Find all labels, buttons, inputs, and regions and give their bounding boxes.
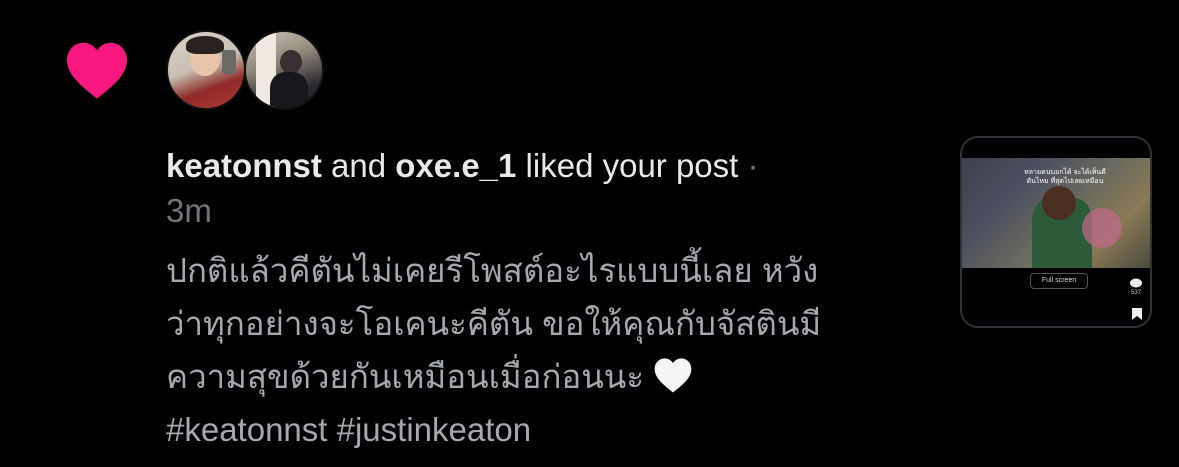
post-text: ปกติแล้วคีตันไม่เคยรีโพสต์อะไรแบบนี้เลย … — [166, 244, 896, 456]
fullscreen-button[interactable]: Full screen — [1030, 273, 1088, 289]
user-link-oxe-e-1[interactable]: oxe.e_1 — [395, 147, 516, 184]
post-line-1: ปกติแล้วคีตันไม่เคยรีโพสต์อะไรแบบนี้เลย … — [166, 252, 819, 289]
post-thumbnail[interactable]: หลายคนบอกได้ จะได้เห็นคีตันไหม ที่สุดไปเ… — [960, 136, 1152, 328]
video-caption: หลายคนบอกได้ จะได้เห็นคีตันไหม ที่สุดไปเ… — [1024, 169, 1106, 185]
post-line-3: ความสุขด้วยกันเหมือนเมื่อก่อนนะ — [166, 350, 896, 403]
notification-text[interactable]: keatonnst and oxe.e_1 liked your post · … — [166, 142, 896, 456]
separator-dot: · — [747, 147, 759, 184]
fullscreen-label: Full screen — [1041, 277, 1077, 284]
connector-text: and — [331, 147, 387, 184]
post-line-3-text: ความสุขด้วยกันเหมือนเมื่อก่อนนะ — [166, 358, 645, 395]
timestamp: 3m — [166, 192, 212, 229]
avatar-keatonnst[interactable] — [166, 30, 246, 110]
white-heart-icon — [654, 358, 692, 393]
notification-headline: keatonnst and oxe.e_1 liked your post · — [166, 142, 896, 190]
user-link-keatonnst[interactable]: keatonnst — [166, 147, 322, 184]
avatar-oxe-e-1[interactable] — [244, 30, 324, 110]
comment-icon[interactable]: 537 — [1130, 278, 1142, 296]
bookmark-icon[interactable] — [1132, 308, 1142, 322]
comment-count: 537 — [1130, 290, 1141, 296]
hashtags[interactable]: #keatonnst #justinkeaton — [166, 403, 896, 456]
heart-icon — [67, 42, 127, 99]
action-text: liked your post — [525, 147, 739, 184]
post-line-2: ว่าทุกอย่างจะโอเคนะคีตัน ขอให้คุณกับจัสต… — [166, 305, 822, 342]
